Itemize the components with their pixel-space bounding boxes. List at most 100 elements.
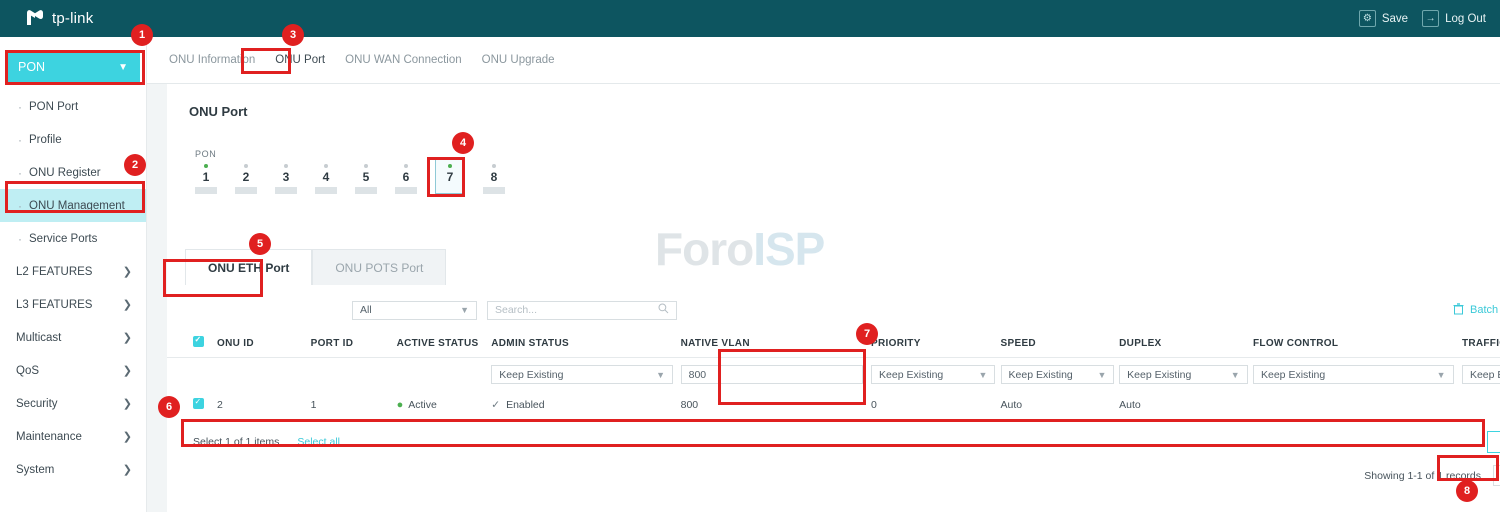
- sidebar-group-pon[interactable]: PON ▼: [6, 50, 140, 84]
- pon-port-3[interactable]: 3: [275, 164, 297, 194]
- cell-priority: 0: [871, 391, 1001, 419]
- col-onu-id: ONU ID: [217, 330, 311, 358]
- chevron-right-icon: ❯: [123, 364, 132, 377]
- bullet-icon: ·: [18, 200, 22, 212]
- pon-port-number: 5: [355, 170, 377, 185]
- logout-icon: →: [1422, 10, 1439, 27]
- edit-priority-cell: Keep Existing ▼: [871, 358, 1001, 392]
- pon-port-8[interactable]: 8: [483, 164, 505, 194]
- toolbar-right-actions: Batch Delete + Add: [1453, 300, 1500, 321]
- sidebar-group-security[interactable]: Security ❯: [0, 387, 146, 420]
- sidebar-group-maintenance[interactable]: Maintenance ❯: [0, 420, 146, 453]
- tab-onu-eth-port[interactable]: ONU ETH Port: [185, 249, 312, 285]
- save-icon: ⚙: [1359, 10, 1376, 27]
- speed-dropdown[interactable]: Keep Existing ▼: [1001, 365, 1115, 384]
- tab-onu-pots-port[interactable]: ONU POTS Port: [312, 249, 446, 285]
- duplex-value: Keep Existing: [1127, 369, 1191, 381]
- logout-button[interactable]: → Log Out: [1422, 10, 1486, 27]
- search-box[interactable]: [487, 301, 677, 320]
- cell-onu-id: 2: [217, 391, 311, 419]
- filter-dropdown[interactable]: All ▼: [352, 301, 477, 320]
- cancel-button[interactable]: Cancel: [1487, 431, 1500, 453]
- pon-led-icon: [324, 164, 328, 168]
- select-all-checkbox[interactable]: [193, 336, 204, 347]
- select-all-link[interactable]: Select all: [297, 436, 340, 448]
- row-checkbox[interactable]: [193, 398, 204, 409]
- col-flow-control: FLOW CONTROL: [1253, 330, 1462, 358]
- page-title: ONU Port: [167, 84, 1500, 119]
- table-toolbar: All ▼: [167, 299, 1500, 321]
- table-header-row: ONU ID PORT ID ACTIVE STATUS ADMIN STATU…: [167, 330, 1500, 358]
- pon-port-5[interactable]: 5: [355, 164, 377, 194]
- chevron-right-icon: ❯: [123, 463, 132, 476]
- priority-dropdown[interactable]: Keep Existing ▼: [871, 365, 995, 384]
- app-root: tp-link ⚙ Save → Log Out PON ▼ · PON Por…: [0, 0, 1500, 512]
- flow-control-value: Keep Existing: [1261, 369, 1325, 381]
- sidebar-item-service-ports[interactable]: · Service Ports: [0, 222, 146, 255]
- pon-port-bar: [395, 187, 417, 194]
- table-row[interactable]: 2 1 ●Active ✓Enabled 800 0 Auto Auto: [167, 391, 1500, 419]
- page-size-dropdown[interactable]: 10 Items/page ▼: [1493, 465, 1500, 486]
- native-vlan-value: 800: [689, 369, 707, 381]
- flow-control-dropdown[interactable]: Keep Existing ▼: [1253, 365, 1454, 384]
- pon-port-2[interactable]: 2: [235, 164, 257, 194]
- pon-port-number: 8: [483, 170, 505, 185]
- pon-port-bar: [235, 187, 257, 194]
- save-button[interactable]: ⚙ Save: [1359, 10, 1408, 27]
- search-icon: [658, 301, 669, 319]
- cell-active-status: ●Active: [397, 391, 492, 419]
- bullet-icon: ·: [18, 134, 22, 146]
- pon-port-1[interactable]: 1: [195, 164, 217, 194]
- sidebar-item-onu-register[interactable]: · ONU Register: [0, 156, 146, 189]
- search-input[interactable]: [495, 304, 658, 316]
- tab-onu-wan-connection[interactable]: ONU WAN Connection: [336, 37, 471, 83]
- col-priority: PRIORITY: [871, 330, 1001, 358]
- col-port-id: PORT ID: [311, 330, 397, 358]
- selection-info: Select 1 of 1 items: [193, 436, 279, 448]
- pon-port-4[interactable]: 4: [315, 164, 337, 194]
- traffic-profile-dropdown[interactable]: Keep Existing ▼: [1462, 365, 1500, 384]
- sidebar-item-onu-management[interactable]: · ONU Management: [0, 189, 146, 222]
- tplink-logo: tp-link: [24, 9, 93, 29]
- sidebar-item-profile[interactable]: · Profile: [0, 123, 146, 156]
- chevron-right-icon: ❯: [123, 298, 132, 311]
- sidebar-group-qos[interactable]: QoS ❯: [0, 354, 146, 387]
- sidebar-group-label: System: [16, 464, 54, 476]
- sidebar-item-label: Service Ports: [29, 233, 97, 245]
- sidebar-item-label: ONU Register: [29, 167, 101, 179]
- admin-status-dropdown[interactable]: Keep Existing ▼: [491, 365, 673, 384]
- pagination-row: Showing 1-1 of 1 records 10 Items/page ▼: [167, 453, 1500, 486]
- pon-port-7[interactable]: 7: [435, 158, 465, 194]
- batch-delete-label: Batch Delete: [1470, 304, 1500, 316]
- filter-value: All: [360, 304, 372, 316]
- duplex-dropdown[interactable]: Keep Existing ▼: [1119, 365, 1247, 384]
- chevron-right-icon: ❯: [123, 397, 132, 410]
- sidebar-group-multicast[interactable]: Multicast ❯: [0, 321, 146, 354]
- sidebar-item-pon-port[interactable]: · PON Port: [0, 90, 146, 123]
- pon-port-bar: [275, 187, 297, 194]
- pon-port-bar: [195, 187, 217, 194]
- sidebar-group-label: Maintenance: [16, 431, 82, 443]
- sidebar-item-label: PON Port: [29, 101, 78, 113]
- cell-admin-status: ✓Enabled: [491, 391, 680, 419]
- batch-delete-button[interactable]: Batch Delete: [1453, 303, 1500, 318]
- tab-onu-information[interactable]: ONU Information: [160, 37, 264, 83]
- cell-port-id: 1: [311, 391, 397, 419]
- sidebar-group-system[interactable]: System ❯: [0, 453, 146, 486]
- sidebar-group-label: Security: [16, 398, 58, 410]
- cell-traffic-profile: [1462, 391, 1500, 419]
- sidebar-group-label: L2 FEATURES: [16, 266, 92, 278]
- speed-value: Keep Existing: [1009, 369, 1073, 381]
- tab-onu-port[interactable]: ONU Port: [266, 37, 334, 83]
- sidebar-group-l3-features[interactable]: L3 FEATURES ❯: [0, 288, 146, 321]
- chevron-down-icon: ▼: [1437, 370, 1446, 380]
- native-vlan-input[interactable]: 800: [681, 365, 864, 384]
- table-edit-row: Keep Existing ▼ 800 Keep Existing: [167, 358, 1500, 392]
- col-duplex: DUPLEX: [1119, 330, 1253, 358]
- sidebar-group-l2-features[interactable]: L2 FEATURES ❯: [0, 255, 146, 288]
- tab-onu-upgrade[interactable]: ONU Upgrade: [473, 37, 564, 83]
- pon-port-6[interactable]: 6: [395, 164, 417, 194]
- pon-port-number: 4: [315, 170, 337, 185]
- pon-led-icon: [404, 164, 408, 168]
- content-area: ONU Information ONU Port ONU WAN Connect…: [147, 37, 1500, 512]
